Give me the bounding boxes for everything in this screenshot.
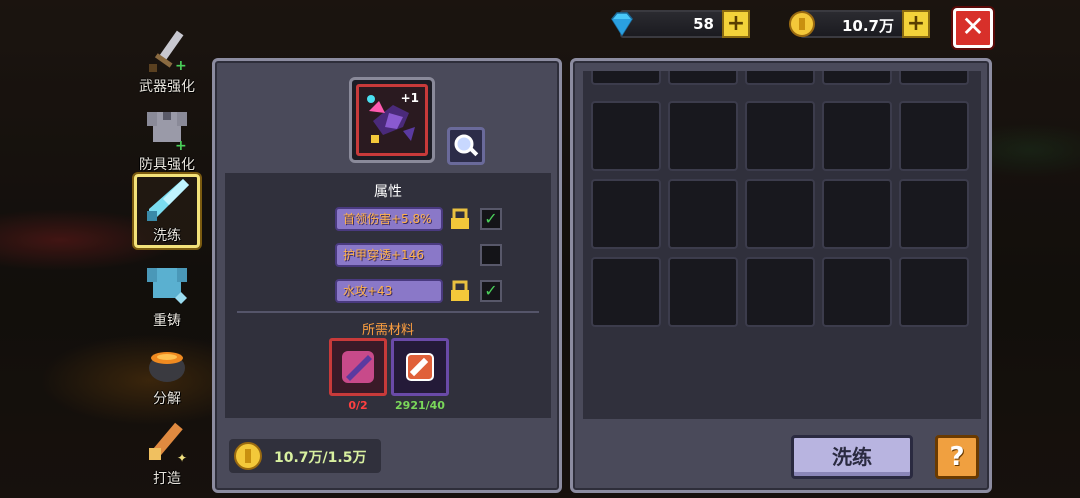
svg-text:✦: ✦ — [177, 451, 187, 465]
tab-label: 重铸 — [153, 313, 181, 329]
attribute-row-water-attack: 水攻+43 — [335, 279, 443, 303]
coin-counter: 10.7万 + — [789, 10, 930, 38]
tab-label: 武器强化 — [139, 79, 195, 95]
inventory-slot[interactable] — [668, 71, 738, 85]
inventory-slot[interactable] — [822, 101, 892, 171]
inventory-slot[interactable] — [822, 71, 892, 85]
tab-label: 洗练 — [153, 228, 181, 244]
tab-weapon-upgrade[interactable]: + 武器强化 — [128, 18, 206, 96]
coin-icon — [789, 11, 815, 37]
lock-icon[interactable] — [449, 280, 471, 302]
refine-panel: +1 属性 首领伤害+5.8% ✓ 护甲穿透+146 水攻+43 ✓ 所需材料 — [212, 58, 562, 493]
inventory-slot[interactable] — [745, 257, 815, 327]
material-slot[interactable] — [329, 338, 387, 396]
tab-armor-upgrade[interactable]: + 防具强化 — [128, 96, 206, 174]
tab-label: 防具强化 — [139, 157, 195, 173]
inventory-slot[interactable] — [822, 179, 892, 249]
attribute-row-boss-damage: 首领伤害+5.8% — [335, 207, 443, 231]
equipment-item: +1 — [356, 84, 428, 156]
diamond-icon — [611, 12, 633, 37]
hammer-icon: ✦ — [143, 418, 191, 466]
item-level: +1 — [400, 91, 419, 105]
equipment-slot[interactable]: +1 — [349, 77, 435, 163]
divider — [237, 311, 539, 313]
attribute-row-armor-pierce: 护甲穿透+146 — [335, 243, 443, 267]
attribute-checkbox[interactable] — [480, 244, 502, 266]
inventory-slot[interactable] — [668, 257, 738, 327]
tab-label: 分解 — [153, 391, 181, 407]
material-slot[interactable] — [391, 338, 449, 396]
add-coins-button[interactable]: + — [902, 10, 930, 38]
red-ore-material-icon — [406, 353, 434, 381]
coin-count: 10.7万 — [841, 17, 894, 35]
purple-gem-material-icon — [342, 351, 374, 383]
cost-value: 10.7万/1.5万 — [274, 450, 367, 466]
gem-counter: 58 + — [611, 10, 750, 38]
magnifier-icon — [454, 134, 479, 157]
svg-text:+: + — [175, 138, 187, 152]
inventory-slot[interactable] — [899, 179, 969, 249]
lock-icon[interactable] — [449, 208, 471, 230]
inventory-slot[interactable] — [591, 101, 661, 171]
cauldron-icon — [143, 338, 191, 386]
inventory-slot[interactable] — [591, 179, 661, 249]
armor-reforge-icon — [143, 260, 191, 308]
coin-icon — [234, 442, 262, 470]
add-gems-button[interactable]: + — [722, 10, 750, 38]
attribute-checkbox[interactable]: ✓ — [480, 280, 502, 302]
inventory-slot[interactable] — [822, 257, 892, 327]
armor-icon: + — [143, 104, 191, 154]
inventory-slot[interactable] — [591, 71, 661, 85]
inventory-slot[interactable] — [668, 179, 738, 249]
sword-icon: + — [143, 26, 191, 74]
inspect-button[interactable] — [447, 127, 485, 165]
inventory-slot[interactable] — [745, 101, 815, 171]
help-button[interactable]: ? — [935, 435, 979, 479]
materials-title: 所需材料 — [361, 323, 414, 338]
attribute-checkbox[interactable]: ✓ — [480, 208, 502, 230]
close-button[interactable]: ✕ — [953, 8, 993, 48]
inventory-slot[interactable] — [899, 257, 969, 327]
attributes-section: 属性 首领伤害+5.8% ✓ 护甲穿透+146 水攻+43 ✓ 所需材料 0/2 — [225, 173, 551, 418]
tab-label: 打造 — [153, 471, 181, 487]
tab-reforge[interactable]: 重铸 — [128, 252, 206, 330]
crystal-blade-icon — [143, 175, 191, 223]
tab-forge[interactable]: ✦ 打造 — [128, 410, 206, 488]
inventory-slot[interactable] — [899, 71, 969, 85]
inventory-grid — [583, 71, 981, 419]
inventory-slot[interactable] — [591, 257, 661, 327]
refine-button[interactable]: 洗练 — [791, 435, 913, 479]
material-count: 2921/40 — [395, 399, 445, 412]
refine-cost: 10.7万/1.5万 — [229, 439, 381, 473]
inventory-slot[interactable] — [745, 71, 815, 85]
inventory-slot[interactable] — [668, 101, 738, 171]
tab-refine[interactable]: 洗练 — [134, 174, 200, 248]
tab-disassemble[interactable]: 分解 — [128, 330, 206, 408]
material-count: 0/2 — [348, 399, 368, 412]
svg-text:+: + — [175, 58, 187, 74]
inventory-slot[interactable] — [899, 101, 969, 171]
inventory-panel: 洗练 ? — [570, 58, 992, 493]
inventory-slot[interactable] — [745, 179, 815, 249]
gem-count: 58 — [693, 15, 714, 33]
attributes-title: 属性 — [374, 184, 402, 200]
